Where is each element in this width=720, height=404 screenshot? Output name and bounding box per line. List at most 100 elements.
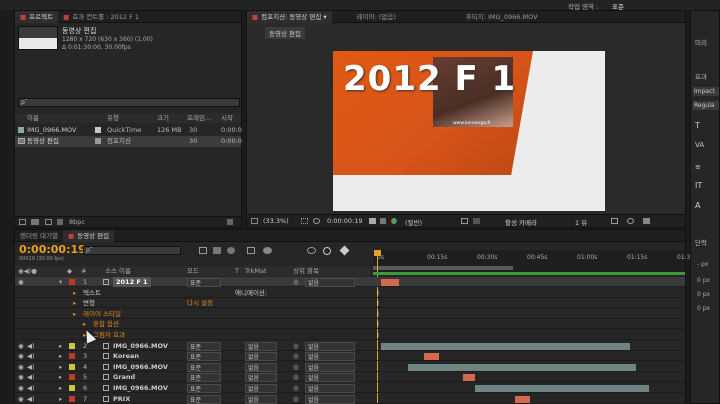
close-icon[interactable]: ■ xyxy=(252,13,258,21)
bpc-button[interactable]: 8bpc xyxy=(69,218,85,226)
grid-icon[interactable] xyxy=(301,218,308,224)
vertical-scale-icon[interactable]: IT xyxy=(695,181,702,190)
twirl-arrow-icon[interactable]: ▸ xyxy=(59,383,62,393)
timeline-search-input[interactable]: ρ˜ xyxy=(83,246,181,255)
project-item-footage[interactable]: IMG_0966.MOV QuickTime 126 MB 30 0:00:0 xyxy=(15,125,242,136)
current-time-field[interactable]: 0:00:00:19 xyxy=(327,217,363,225)
effects-tab[interactable]: 효과 xyxy=(695,71,707,81)
tab-timeline-comp[interactable]: ■ 동영상 편집 xyxy=(62,229,115,242)
new-comp-icon[interactable] xyxy=(45,219,52,225)
track-matte-select[interactable]: 없음 xyxy=(245,384,277,393)
keyframe-marker-icon[interactable]: I xyxy=(377,288,379,298)
timeline-layer-row[interactable]: ◉ ◀) ▸ 6 IMG_0966.MOV 표준 없음 ◎ 없음 xyxy=(15,383,685,393)
trash-icon[interactable] xyxy=(57,219,63,225)
label-swatch[interactable] xyxy=(95,127,101,133)
layer-duration-bar[interactable] xyxy=(514,395,530,403)
frame-blending-icon[interactable] xyxy=(247,247,255,254)
col-parent[interactable]: 상위 항목 xyxy=(293,266,319,276)
indent-right-value[interactable]: 0 px xyxy=(697,277,710,284)
layer-duration-bar[interactable] xyxy=(381,279,400,286)
twirl-arrow-icon[interactable]: ▸ xyxy=(59,372,62,382)
font-style-select[interactable]: Regula xyxy=(693,101,719,110)
audio-speaker-icon[interactable]: ◀) xyxy=(27,394,35,404)
track-matte-select[interactable]: 없음 xyxy=(245,341,277,351)
tab-layer[interactable]: 레이어: (없음) xyxy=(352,11,401,23)
delete-icon[interactable] xyxy=(227,219,233,225)
col-framerate[interactable]: 프레임... xyxy=(187,113,211,123)
visibility-eye-icon[interactable]: ◉ xyxy=(18,351,24,361)
label-color-swatch[interactable] xyxy=(69,395,75,402)
font-family-select[interactable]: Impact xyxy=(693,87,719,96)
timeline-layer-row[interactable]: ◉ ◀) ▸ 2 IMG_0966.MOV 표준 없음 ◎ 없음 xyxy=(15,340,685,351)
label-color-swatch[interactable] xyxy=(69,342,75,349)
layer-duration-bar[interactable] xyxy=(423,353,439,361)
audio-speaker-icon[interactable]: ◀) xyxy=(27,372,35,382)
reset-link[interactable]: 다시 설정 xyxy=(187,298,213,308)
pick-whip-icon[interactable]: ◎ xyxy=(293,394,299,404)
work-area-bar[interactable] xyxy=(373,266,513,270)
project-search-input[interactable]: ρ˜ xyxy=(18,98,240,107)
twirl-arrow-icon[interactable]: ▸ xyxy=(73,288,76,298)
twirl-arrow-icon[interactable]: ▸ xyxy=(59,394,62,404)
twirl-arrow-icon[interactable]: ▸ xyxy=(73,298,76,308)
blend-mode-select[interactable]: 표준 xyxy=(187,394,221,404)
audio-speaker-icon[interactable]: ◀) xyxy=(27,383,35,393)
label-color-swatch[interactable] xyxy=(69,363,75,370)
show-snapshot-icon[interactable] xyxy=(380,218,386,224)
motion-blur-icon[interactable] xyxy=(263,247,272,254)
font-size-icon[interactable]: T xyxy=(695,121,700,130)
col-start[interactable]: 시작 xyxy=(221,113,233,123)
comp-breadcrumb[interactable]: 동영상 편집 xyxy=(265,27,305,39)
label-color-swatch[interactable] xyxy=(69,353,75,360)
stopwatch-icon[interactable] xyxy=(323,247,331,255)
pick-whip-icon[interactable]: ◎ xyxy=(293,362,299,372)
blend-mode-select[interactable]: 표준 xyxy=(187,278,221,287)
tab-footage[interactable]: 푸티지: IMG_0966.MOV xyxy=(461,11,543,23)
stroke-icon[interactable]: ≡ xyxy=(695,163,701,171)
col-trkmat[interactable]: TrkMat xyxy=(245,266,267,276)
visibility-eye-icon[interactable]: ◉ xyxy=(18,362,24,372)
timeline-property-row[interactable]: ▸ 그림자 효과 I xyxy=(15,330,685,340)
layer-duration-bar[interactable] xyxy=(408,363,637,371)
always-preview-icon[interactable] xyxy=(251,218,258,224)
track-matte-select[interactable]: 없음 xyxy=(245,373,277,383)
blend-mode-select[interactable]: 표준 xyxy=(187,384,221,393)
fast-preview-icon[interactable] xyxy=(643,218,650,224)
baseline-icon[interactable]: A xyxy=(695,201,700,210)
audio-speaker-icon[interactable]: ◀) xyxy=(27,341,35,351)
tab-project[interactable]: ■ 프로젝트 xyxy=(15,10,59,23)
track-matte-select[interactable]: 없음 xyxy=(245,394,277,404)
audio-speaker-icon[interactable]: ◀) xyxy=(27,362,35,372)
track-matte-select[interactable]: 없음 xyxy=(245,352,277,362)
timeline-property-row[interactable]: ▸ 혼합 옵션 I xyxy=(15,319,685,330)
pick-whip-icon[interactable]: ◎ xyxy=(293,383,299,393)
timeline-current-time[interactable]: 0:00:00:19 xyxy=(19,243,86,256)
visibility-eye-icon[interactable]: ◉ xyxy=(18,341,24,351)
keyframe-marker-icon[interactable]: I xyxy=(377,309,379,319)
zoom-select[interactable]: (33.3%) xyxy=(263,217,289,225)
views-select[interactable]: 1 뷰 xyxy=(575,217,587,227)
parent-select[interactable]: 없음 xyxy=(305,394,355,404)
col-name[interactable]: 이름 xyxy=(27,113,39,123)
new-folder-icon[interactable] xyxy=(31,219,39,225)
label-color-swatch[interactable] xyxy=(69,279,75,285)
parent-select[interactable]: 없음 xyxy=(305,278,355,287)
twirl-arrow-icon[interactable]: ▸ xyxy=(83,319,86,329)
keyframe-icon[interactable] xyxy=(339,245,350,256)
av-features-icon[interactable]: ◉◀︎)● xyxy=(18,266,37,276)
col-source-name[interactable]: 소스 이름 xyxy=(105,266,131,276)
close-icon[interactable]: ■ xyxy=(20,13,26,21)
col-type[interactable]: 유형 xyxy=(107,113,119,123)
timeline-property-row[interactable]: ▸ 텍스트 애니메이션: I xyxy=(15,287,685,298)
close-icon[interactable]: ■ xyxy=(63,13,69,21)
resolution-select[interactable]: (절반) xyxy=(405,217,422,227)
graph-editor-icon[interactable] xyxy=(307,247,316,254)
space-before-value[interactable]: 0 px xyxy=(697,291,710,298)
comp-mini-flowchart-icon[interactable] xyxy=(199,247,207,254)
toggle-pixel-icon[interactable] xyxy=(611,218,618,224)
parent-select[interactable]: 없음 xyxy=(305,384,355,393)
twirl-arrow-icon[interactable]: ▸ xyxy=(59,351,62,361)
visibility-eye-icon[interactable]: ◉ xyxy=(18,394,24,404)
blend-mode-select[interactable]: 표준 xyxy=(187,341,221,351)
blend-mode-select[interactable]: 표준 xyxy=(187,352,221,362)
